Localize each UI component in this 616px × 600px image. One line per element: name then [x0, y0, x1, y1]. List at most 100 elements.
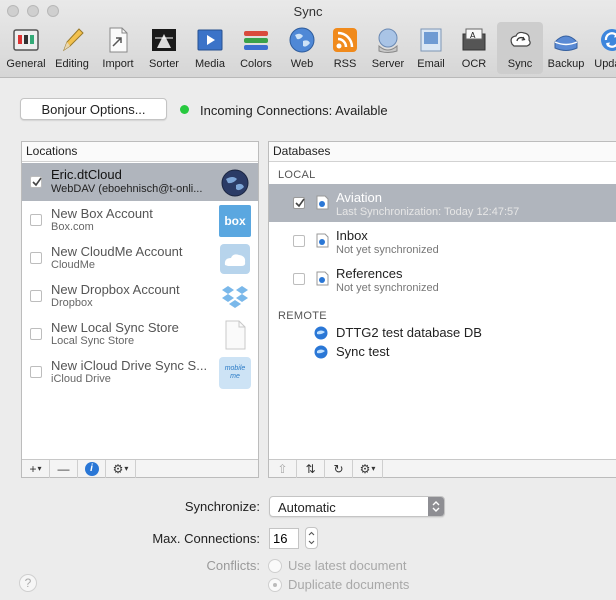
sync-arrows-icon: ⇅: [305, 461, 316, 476]
locations-panel: Locations Eric.dtCloud WebDAV (eboehnisc…: [21, 141, 259, 478]
update-icon: [597, 25, 616, 55]
toolbar-web[interactable]: Web: [279, 22, 325, 74]
remote-database-item[interactable]: DTTG2 test database DB: [269, 323, 616, 342]
bonjour-options-button[interactable]: Bonjour Options...: [20, 98, 167, 120]
conflict-latest-radio[interactable]: [268, 559, 282, 573]
database-icon: [314, 326, 328, 343]
preferences-window: Sync General Editing Import Sorter Media…: [0, 0, 616, 600]
database-checkbox[interactable]: [293, 235, 305, 247]
svg-text:A: A: [470, 31, 476, 40]
remove-location-button[interactable]: —: [50, 459, 78, 478]
connection-status-dot: [180, 105, 189, 114]
add-location-button[interactable]: + ▾: [22, 459, 50, 478]
databases-footer: ⇧ ⇅ ↻ ⚙ ▾: [269, 459, 616, 478]
colors-icon: [241, 25, 271, 55]
location-checkbox[interactable]: [30, 328, 42, 340]
location-checkbox[interactable]: [30, 366, 42, 378]
share-icon: ⇧: [277, 461, 288, 476]
info-button[interactable]: i: [78, 459, 106, 478]
conflicts-label: Conflicts:: [206, 558, 260, 573]
help-button[interactable]: ?: [19, 574, 37, 592]
toolbar-rss[interactable]: RSS: [325, 22, 365, 74]
toolbar-sync[interactable]: Sync: [497, 22, 543, 74]
database-icon: [316, 195, 329, 210]
databases-header: Databases: [269, 142, 616, 162]
gear-icon: ⚙: [359, 461, 371, 476]
server-icon: [373, 25, 403, 55]
globe-icon: [287, 25, 317, 55]
max-connections-label: Max. Connections:: [152, 531, 260, 546]
location-item[interactable]: New iCloud Drive Sync S... iCloud Drive …: [22, 353, 258, 391]
toolbar-colors[interactable]: Colors: [233, 22, 279, 74]
chevron-down-icon: ▾: [124, 464, 129, 473]
sync-direction-button[interactable]: ⇅: [297, 459, 325, 478]
database-actions-menu[interactable]: ⚙ ▾: [353, 459, 383, 478]
toolbar-import[interactable]: Import: [95, 22, 141, 74]
toolbar-update[interactable]: Update: [589, 22, 616, 74]
database-checkbox[interactable]: [293, 273, 305, 285]
location-checkbox[interactable]: [30, 214, 42, 226]
window-title: Sync: [293, 4, 323, 19]
synchronize-select[interactable]: Automatic: [269, 496, 445, 517]
database-icon: [316, 233, 329, 248]
document-icon: [219, 319, 251, 351]
database-checkbox[interactable]: [293, 197, 305, 209]
title-bar: Sync General Editing Import Sorter Media…: [0, 0, 616, 78]
database-icon: [316, 271, 329, 286]
refresh-icon: ↻: [333, 461, 344, 476]
backup-icon: [551, 25, 581, 55]
chevron-down-icon: ▾: [37, 464, 42, 473]
toolbar-sorter[interactable]: Sorter: [141, 22, 187, 74]
location-item[interactable]: New Box Account Box.com box: [22, 201, 258, 239]
max-connections-stepper[interactable]: [305, 527, 318, 549]
updown-chevron-icon: [428, 497, 444, 516]
database-icon: [314, 345, 328, 362]
databases-panel: Databases LOCAL Aviation Last Synchroniz…: [268, 141, 616, 478]
location-checkbox[interactable]: [30, 176, 42, 188]
toolbar-general[interactable]: General: [3, 22, 49, 74]
dropbox-icon: [219, 281, 251, 313]
rss-icon: [330, 25, 360, 55]
toolbar-backup[interactable]: Backup: [543, 22, 589, 74]
chevron-down-icon: ▾: [371, 464, 376, 473]
toolbar-media[interactable]: Media: [187, 22, 233, 74]
share-button[interactable]: ⇧: [269, 459, 297, 478]
location-item[interactable]: New CloudMe Account CloudMe: [22, 239, 258, 277]
location-checkbox[interactable]: [30, 252, 42, 264]
toolbar-email[interactable]: Email: [411, 22, 451, 74]
location-item[interactable]: New Dropbox Account Dropbox: [22, 277, 258, 315]
database-item[interactable]: Aviation Last Synchronization: Today 12:…: [269, 184, 616, 222]
database-item[interactable]: Inbox Not yet synchronized: [269, 222, 616, 260]
refresh-button[interactable]: ↻: [325, 459, 353, 478]
remote-section-label: REMOTE: [278, 310, 327, 322]
pencil-icon: [57, 25, 87, 55]
info-icon: i: [84, 461, 99, 476]
sorter-icon: [149, 25, 179, 55]
toolbar-ocr[interactable]: A OCR: [451, 22, 497, 74]
synchronize-label: Synchronize:: [184, 499, 260, 514]
location-checkbox[interactable]: [30, 290, 42, 302]
locations-header: Locations: [22, 142, 258, 162]
box-icon: box: [219, 205, 251, 237]
conflict-duplicate-radio[interactable]: [268, 578, 282, 592]
toolbar-editing[interactable]: Editing: [49, 22, 95, 74]
import-icon: [103, 25, 133, 55]
local-section-label: LOCAL: [278, 169, 316, 181]
toolbar-server[interactable]: Server: [365, 22, 411, 74]
gear-icon: ⚙: [112, 461, 124, 476]
sync-icon: [505, 25, 535, 55]
location-item[interactable]: Eric.dtCloud WebDAV (eboehnisch@t-onli..…: [22, 163, 258, 201]
connection-status-text: Incoming Connections: Available: [200, 103, 388, 118]
general-icon: [11, 25, 41, 55]
location-actions-menu[interactable]: ⚙ ▾: [106, 459, 136, 478]
media-icon: [195, 25, 225, 55]
ocr-icon: A: [459, 25, 489, 55]
remote-database-item[interactable]: Sync test: [269, 342, 616, 361]
cloudme-icon: [219, 243, 251, 275]
location-item[interactable]: New Local Sync Store Local Sync Store: [22, 315, 258, 353]
locations-footer: + ▾ — i ⚙ ▾: [22, 459, 258, 478]
database-item[interactable]: References Not yet synchronized: [269, 260, 616, 298]
email-icon: [416, 25, 446, 55]
max-connections-input[interactable]: [269, 528, 299, 549]
preferences-toolbar: General Editing Import Sorter Media Colo…: [3, 22, 616, 74]
